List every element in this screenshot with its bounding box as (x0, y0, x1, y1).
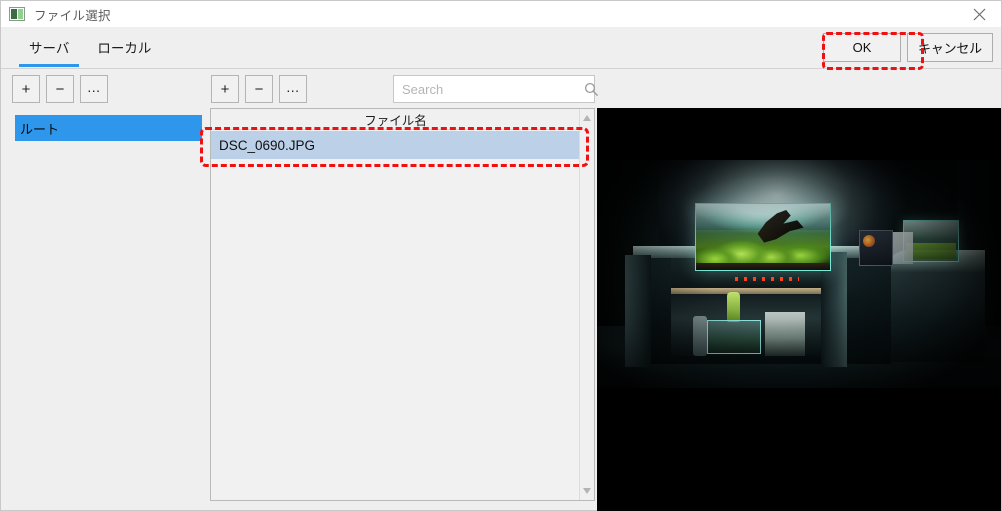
window-title: ファイル選択 (34, 8, 111, 23)
photo-shelf (671, 288, 823, 294)
add-server-button[interactable]: + (12, 75, 40, 103)
photo-storage-box (765, 312, 805, 356)
scroll-up-icon[interactable] (580, 110, 594, 125)
photo-sign-board-secondary (893, 232, 913, 264)
column-header-filename: ファイル名 (364, 113, 427, 128)
image-file-icon (9, 7, 25, 21)
photo-small-tank (707, 320, 761, 354)
remove-server-button[interactable]: − (46, 75, 74, 103)
image-preview-pane[interactable] (597, 108, 1001, 511)
file-list-body: DSC_0690.JPG (211, 131, 579, 500)
search-input[interactable] (394, 81, 578, 97)
dialog-action-buttons: OK キャンセル (822, 33, 993, 62)
server-tree-toolbar: + − ... (12, 75, 108, 103)
photo-cabinet-door-left (625, 255, 651, 367)
file-list-scrollbar[interactable] (579, 109, 594, 500)
cancel-button[interactable]: キャンセル (906, 33, 993, 62)
tree-item-root-label: ルート (20, 121, 60, 137)
scroll-down-icon[interactable] (580, 483, 594, 498)
photo-main-aquarium (695, 203, 831, 271)
file-list-toolbar: + − ... (211, 75, 307, 103)
search-box (393, 75, 598, 103)
file-select-dialog: ファイル選択 サーバ ローカル OK キャンセル + − ... + − ...… (0, 0, 1002, 511)
tab-local-label: ローカル (97, 41, 152, 56)
file-list-panel: ファイル名 DSC_0690.JPG (210, 108, 595, 501)
photo-co2-cylinder (727, 292, 740, 322)
ok-button[interactable]: OK (822, 33, 901, 62)
photo-sign-board (859, 230, 893, 266)
close-icon[interactable] (957, 1, 1001, 27)
file-row-label: DSC_0690.JPG (219, 137, 316, 153)
tab-inactive-indicator (87, 64, 161, 67)
photo-led-indicators (735, 277, 799, 281)
photo-bottle (693, 316, 707, 356)
file-row-dsc-0690[interactable]: DSC_0690.JPG (211, 131, 579, 159)
server-tree-panel: ルート (2, 112, 208, 506)
tab-server-label: サーバ (29, 41, 70, 56)
header-bar: サーバ ローカル OK キャンセル (1, 27, 1001, 69)
tab-strip: サーバ ローカル (15, 27, 165, 69)
search-icon[interactable] (578, 76, 604, 102)
tab-server[interactable]: サーバ (15, 27, 83, 67)
add-file-button[interactable]: + (211, 75, 239, 103)
preview-photo (597, 160, 1001, 388)
tree-item-root[interactable]: ルート (15, 115, 202, 141)
tab-active-indicator (19, 64, 80, 67)
photo-substrate (696, 263, 830, 270)
remove-file-button[interactable]: − (245, 75, 273, 103)
tab-local[interactable]: ローカル (83, 27, 165, 67)
file-options-button[interactable]: ... (279, 75, 307, 103)
server-options-button[interactable]: ... (80, 75, 108, 103)
file-list-column-header[interactable]: ファイル名 (211, 109, 594, 130)
title-bar: ファイル選択 (1, 1, 1001, 27)
photo-counter (883, 250, 985, 362)
